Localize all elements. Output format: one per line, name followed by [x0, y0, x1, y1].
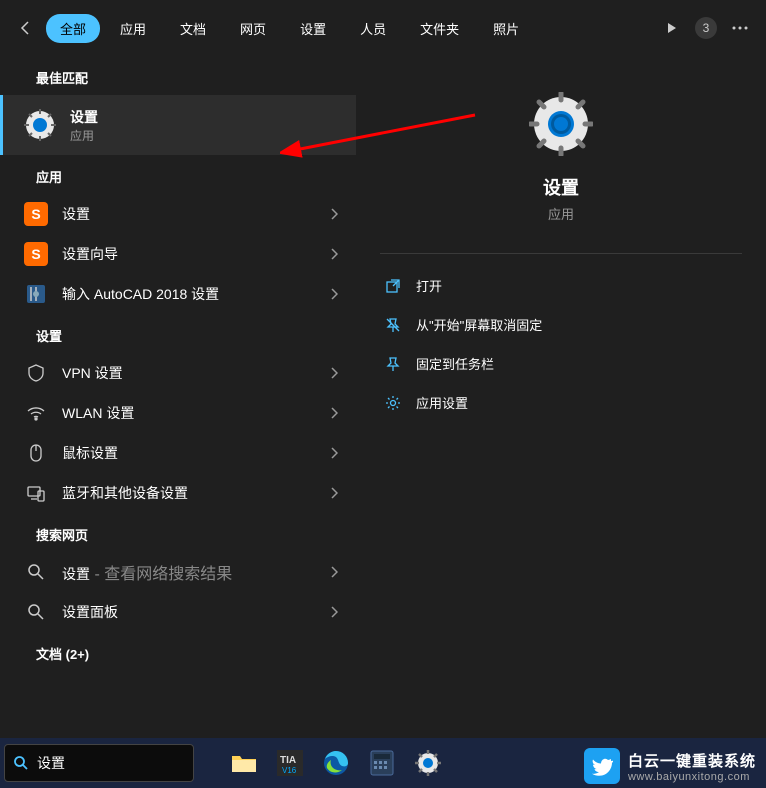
chevron-right-icon — [330, 566, 338, 578]
tab-people[interactable]: 人员 — [346, 14, 400, 43]
sogou-icon: S — [24, 242, 48, 266]
chevron-right-icon — [330, 208, 338, 220]
taskbar: TIAV16 白云一键重装系统 www.baiyunxitong.com — [0, 738, 766, 788]
setting-result[interactable]: VPN 设置 — [0, 353, 356, 393]
tab-folders[interactable]: 文件夹 — [406, 14, 473, 43]
watermark: 白云一键重装系统 www.baiyunxitong.com — [584, 748, 756, 784]
gear-small-icon — [384, 394, 402, 412]
tab-all[interactable]: 全部 — [46, 14, 100, 43]
docs-header[interactable]: 文档 (2+) — [0, 632, 356, 671]
best-match-header: 最佳匹配 — [0, 56, 356, 95]
tab-web[interactable]: 网页 — [226, 14, 280, 43]
more-icon[interactable] — [726, 14, 754, 42]
tab-settings[interactable]: 设置 — [286, 14, 340, 43]
chevron-right-icon — [330, 288, 338, 300]
setting-result[interactable]: WLAN 设置 — [0, 393, 356, 433]
svg-text:TIA: TIA — [280, 755, 296, 766]
action-label: 打开 — [416, 276, 442, 295]
chevron-right-icon — [330, 367, 338, 379]
open-icon — [384, 277, 402, 295]
preview-subtitle: 应用 — [380, 204, 742, 223]
settings-header: 设置 — [0, 314, 356, 353]
setting-title: 蓝牙和其他设备设置 — [62, 483, 330, 503]
action-app-settings[interactable]: 应用设置 — [380, 383, 742, 422]
chevron-right-icon — [330, 407, 338, 419]
app-title: 输入 AutoCAD 2018 设置 — [62, 284, 330, 304]
search-icon — [24, 560, 48, 584]
taskbar-search[interactable] — [4, 744, 194, 782]
app-title: 设置向导 — [62, 244, 330, 264]
app-result[interactable]: S 设置向导 — [0, 234, 356, 274]
results-pane: 最佳匹配 设置 应用 应用 S 设置 S 设置向导 — [0, 56, 356, 738]
devices-icon — [24, 481, 48, 505]
shield-icon — [24, 361, 48, 385]
web-title: 设置 — [62, 566, 90, 582]
search-icon — [24, 600, 48, 624]
action-pin-taskbar[interactable]: 固定到任务栏 — [380, 344, 742, 383]
watermark-url: www.baiyunxitong.com — [628, 771, 756, 783]
search-icon — [13, 755, 29, 771]
action-label: 从"开始"屏幕取消固定 — [416, 315, 542, 334]
tab-apps[interactable]: 应用 — [106, 14, 160, 43]
chevron-right-icon — [330, 447, 338, 459]
autocad-icon — [24, 282, 48, 306]
setting-title: 鼠标设置 — [62, 443, 330, 463]
back-button[interactable] — [12, 14, 40, 42]
app-result[interactable]: S 设置 — [0, 194, 356, 234]
best-match-subtitle: 应用 — [70, 127, 344, 144]
setting-title: WLAN 设置 — [62, 403, 330, 423]
pin-icon — [384, 355, 402, 373]
watermark-logo-icon — [584, 748, 620, 784]
mouse-icon — [24, 441, 48, 465]
tab-photos[interactable]: 照片 — [479, 14, 533, 43]
separator — [380, 253, 742, 254]
chevron-right-icon — [330, 606, 338, 618]
wifi-icon — [24, 401, 48, 425]
setting-title: VPN 设置 — [62, 363, 330, 383]
apps-header: 应用 — [0, 155, 356, 194]
preview-title: 设置 — [380, 174, 742, 200]
taskbar-calculator[interactable] — [360, 740, 404, 786]
taskbar-edge[interactable] — [314, 740, 358, 786]
best-match-title: 设置 — [70, 107, 344, 127]
action-open[interactable]: 打开 — [380, 266, 742, 305]
notification-badge[interactable]: 3 — [692, 14, 720, 42]
play-icon[interactable] — [658, 14, 686, 42]
web-result[interactable]: 设置 - 查看网络搜索结果 — [0, 552, 356, 592]
taskbar-explorer[interactable] — [222, 740, 266, 786]
sogou-icon: S — [24, 202, 48, 226]
taskbar-settings[interactable] — [406, 740, 450, 786]
tab-docs[interactable]: 文档 — [166, 14, 220, 43]
taskbar-tia[interactable]: TIAV16 — [268, 740, 312, 786]
web-result[interactable]: 设置面板 — [0, 592, 356, 632]
setting-result[interactable]: 鼠标设置 — [0, 433, 356, 473]
gear-icon — [24, 109, 56, 141]
best-match-result[interactable]: 设置 应用 — [0, 95, 356, 155]
watermark-title: 白云一键重装系统 — [628, 750, 756, 771]
web-header: 搜索网页 — [0, 513, 356, 552]
unpin-icon — [384, 316, 402, 334]
chevron-right-icon — [330, 248, 338, 260]
action-label: 应用设置 — [416, 393, 468, 412]
svg-text:V16: V16 — [282, 766, 297, 775]
app-title: 设置 — [62, 204, 330, 224]
setting-result[interactable]: 蓝牙和其他设备设置 — [0, 473, 356, 513]
app-result[interactable]: 输入 AutoCAD 2018 设置 — [0, 274, 356, 314]
gear-icon — [529, 92, 593, 156]
chevron-right-icon — [330, 487, 338, 499]
preview-pane: 设置 应用 打开 从"开始"屏幕取消固定 固定到任务栏 应用设置 — [356, 56, 766, 738]
action-label: 固定到任务栏 — [416, 354, 494, 373]
web-subtitle: - 查看网络搜索结果 — [90, 566, 232, 583]
search-input[interactable] — [37, 755, 218, 771]
action-unpin-start[interactable]: 从"开始"屏幕取消固定 — [380, 305, 742, 344]
web-title: 设置面板 — [62, 602, 330, 622]
